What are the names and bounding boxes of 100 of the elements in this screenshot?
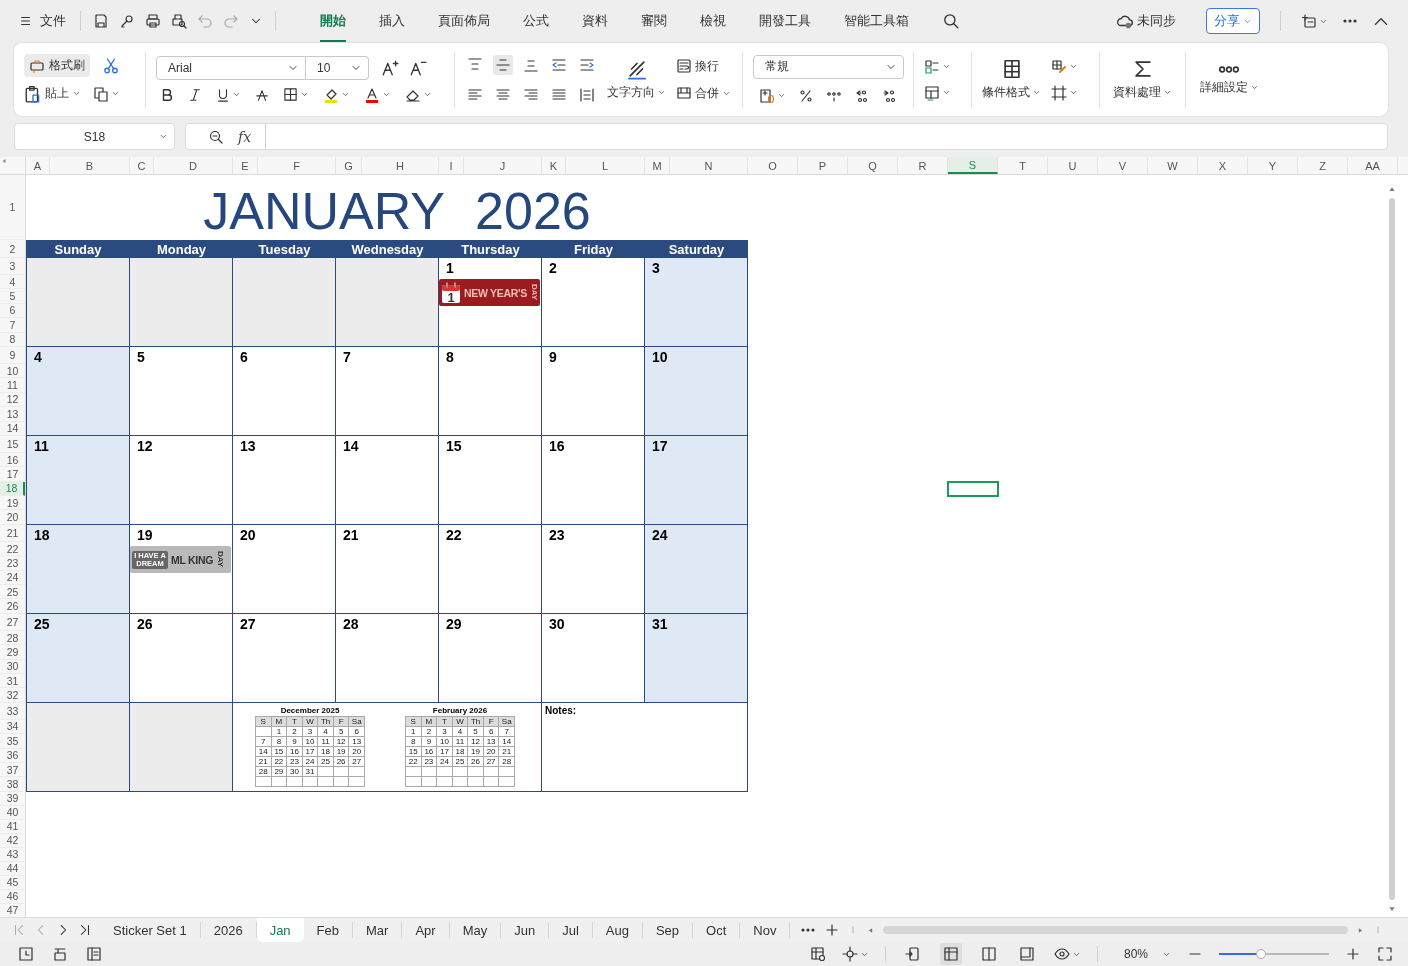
caret-icon[interactable]: [341, 90, 350, 99]
caret-icon[interactable]: [300, 90, 309, 99]
row-header[interactable]: 7: [0, 318, 25, 333]
sheet-tab[interactable]: Aug: [592, 922, 643, 938]
vb-editor-icon[interactable]: [52, 946, 68, 962]
formula-field[interactable]: fx: [185, 123, 1388, 150]
number-format-field[interactable]: 常規: [753, 54, 904, 79]
fullscreen-icon[interactable]: [1377, 946, 1393, 962]
ribbon-tab[interactable]: 頁面佈局: [438, 0, 490, 42]
row-header[interactable]: 39: [0, 791, 25, 806]
row-header[interactable]: 6: [0, 303, 25, 319]
cell-style-icon[interactable]: [924, 58, 940, 75]
ribbon-tab[interactable]: 公式: [523, 0, 549, 42]
eye-protection-icon[interactable]: [1053, 946, 1070, 962]
ribbon-tab[interactable]: 開發工具: [759, 0, 811, 42]
caret-icon[interactable]: [942, 62, 951, 71]
column-header[interactable]: C: [130, 157, 154, 174]
row-header[interactable]: 2: [0, 240, 25, 258]
row-header[interactable]: 3: [0, 258, 25, 275]
row-header[interactable]: 14: [0, 421, 25, 436]
row-header[interactable]: 42: [0, 833, 25, 848]
align-left-icon[interactable]: [467, 86, 483, 103]
caret-icon[interactable]: [159, 132, 168, 141]
row-header[interactable]: 10: [0, 363, 25, 379]
caret-icon[interactable]: [777, 91, 786, 100]
align-middle-button[interactable]: [493, 54, 513, 75]
row-header[interactable]: 31: [0, 674, 25, 689]
column-header[interactable]: B: [50, 157, 130, 174]
sheet-tab[interactable]: Sep: [642, 922, 694, 938]
column-header[interactable]: U: [1048, 157, 1098, 174]
row-header[interactable]: 1: [0, 175, 25, 240]
row-header[interactable]: 5: [0, 289, 25, 304]
italic-icon[interactable]: [188, 87, 202, 102]
row-header[interactable]: 46: [0, 889, 25, 904]
format-painter-button[interactable]: 格式刷: [24, 54, 90, 77]
column-header[interactable]: W: [1148, 157, 1198, 174]
currency-icon[interactable]: [759, 87, 775, 104]
underline-icon[interactable]: [216, 87, 230, 102]
row-header[interactable]: 26: [0, 599, 25, 614]
ribbon-tab[interactable]: 智能工具箱: [844, 0, 909, 42]
font-color-icon[interactable]: [364, 86, 380, 103]
sheet-tab[interactable]: Oct: [693, 922, 741, 938]
last-sheet-icon[interactable]: [78, 923, 92, 937]
row-header[interactable]: 30: [0, 659, 25, 674]
row-header[interactable]: 23: [0, 556, 25, 571]
row-header[interactable]: 41: [0, 819, 25, 834]
column-header[interactable]: D: [154, 157, 233, 174]
search-icon[interactable]: [942, 12, 960, 30]
font-name-field[interactable]: Arial: [156, 55, 306, 80]
sheet-tab[interactable]: 2026: [200, 922, 257, 938]
column-header[interactable]: I: [439, 157, 464, 174]
zoom-in-icon[interactable]: [1345, 946, 1361, 962]
caret-icon[interactable]: [1069, 88, 1078, 97]
row-header[interactable]: 40: [0, 805, 25, 820]
function-label[interactable]: fx: [238, 128, 252, 145]
borders-icon[interactable]: [283, 87, 298, 102]
row-header[interactable]: 4: [0, 275, 25, 290]
paste-button[interactable]: 貼上: [24, 84, 81, 103]
justify-icon[interactable]: [551, 86, 567, 103]
insert-box-icon[interactable]: [1301, 13, 1317, 29]
percent-icon[interactable]: [798, 87, 814, 104]
caret-icon[interactable]: [232, 90, 241, 99]
sheet-tab[interactable]: Jan: [256, 918, 304, 942]
row-header[interactable]: 44: [0, 861, 25, 876]
row-header[interactable]: 24: [0, 570, 25, 586]
row-header[interactable]: 33: [0, 702, 25, 720]
column-header[interactable]: L: [566, 157, 645, 174]
zoom-icon[interactable]: [208, 128, 224, 145]
column-header[interactable]: J: [464, 157, 542, 174]
column-header[interactable]: AA: [1348, 157, 1398, 174]
macro-icon[interactable]: [18, 946, 34, 962]
row-header[interactable]: 15: [0, 435, 25, 453]
column-header[interactable]: O: [748, 157, 798, 174]
wrap-text-button[interactable]: 換行: [676, 57, 731, 75]
align-right-icon[interactable]: [523, 86, 539, 103]
vertical-scrollbar[interactable]: [1386, 184, 1398, 914]
bold-icon[interactable]: [160, 87, 174, 102]
file-menu-button[interactable]: 文件: [19, 12, 66, 30]
column-header[interactable]: A: [26, 157, 50, 174]
ribbon-tab[interactable]: 插入: [379, 0, 405, 42]
increase-indent-icon[interactable]: [579, 56, 595, 73]
horizontal-scrollbar[interactable]: [883, 926, 1348, 934]
row-header[interactable]: 19: [0, 496, 25, 511]
table-format-icon[interactable]: [924, 84, 940, 101]
column-header[interactable]: M: [645, 157, 670, 174]
row-header[interactable]: 29: [0, 645, 25, 660]
decrease-indent-icon[interactable]: [551, 56, 567, 73]
sheet-tab[interactable]: Jul: [549, 922, 593, 938]
normal-view-button[interactable]: [939, 943, 962, 965]
sheet-tab[interactable]: Jun: [501, 922, 550, 938]
cut-icon[interactable]: [102, 56, 120, 75]
column-header[interactable]: Y: [1248, 157, 1298, 174]
sheet-tab[interactable]: Apr: [402, 922, 450, 938]
column-header[interactable]: V: [1098, 157, 1148, 174]
increase-font-icon[interactable]: [381, 58, 399, 77]
row-header[interactable]: 9: [0, 346, 25, 364]
copy-icon[interactable]: [93, 85, 109, 102]
side-pane-icon[interactable]: [86, 946, 102, 962]
column-header[interactable]: Z: [1298, 157, 1348, 174]
sheet-tab[interactable]: Feb: [303, 922, 353, 938]
